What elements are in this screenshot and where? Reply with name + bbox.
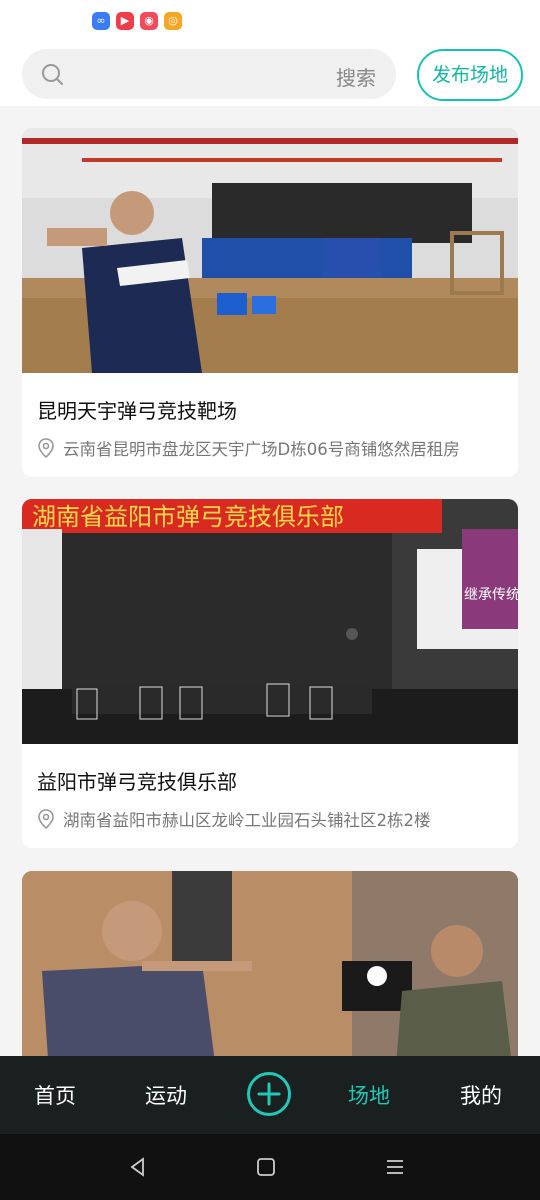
back-icon[interactable] <box>127 1156 149 1178</box>
tab-home[interactable]: 首页 <box>34 1080 76 1110</box>
venue-address: 湖南省益阳市赫山区龙岭工业园石头铺社区2栋2楼 <box>37 807 431 831</box>
venue-card[interactable]: 湖南省益阳市弹弓竞技俱乐部 继承传统 益阳市弹弓竞技俱乐部 湖南省益阳市赫山区龙… <box>22 499 518 848</box>
venue-address: 云南省昆明市盘龙区天宇广场D栋06号商铺悠然居租房 <box>37 436 460 460</box>
add-button[interactable] <box>246 1071 292 1117</box>
weibo-icon: ◎ <box>164 12 182 30</box>
venue-feed[interactable]: 昆明天宇弹弓竞技靶场 云南省昆明市盘龙区天宇广场D栋06号商铺悠然居租房 湖南省… <box>0 106 540 1056</box>
tab-sports[interactable]: 运动 <box>145 1080 187 1110</box>
search-input[interactable]: 搜索 <box>22 49 396 99</box>
venue-photo[interactable] <box>22 871 518 1056</box>
top-bar: 搜索 发布场地 <box>0 42 540 106</box>
status-bar: ∞ ▶ ◉ ◎ <box>0 0 540 42</box>
venue-photo[interactable]: 湖南省益阳市弹弓竞技俱乐部 继承传统 <box>22 499 518 744</box>
venue-address-text: 湖南省益阳市赫山区龙岭工业园石头铺社区2栋2楼 <box>63 811 431 830</box>
location-pin-icon <box>38 438 54 458</box>
venue-title: 昆明天宇弹弓竞技靶场 <box>37 399 237 423</box>
location-pin-icon <box>38 809 54 829</box>
venue-card[interactable]: 昆明天宇弹弓竞技靶场 云南省昆明市盘龙区天宇广场D栋06号商铺悠然居租房 <box>22 128 518 477</box>
home-icon[interactable] <box>255 1156 277 1178</box>
system-nav-bar <box>0 1134 540 1200</box>
infinity-app-icon: ∞ <box>92 12 110 30</box>
notification-icons: ∞ ▶ ◉ ◎ <box>92 12 182 30</box>
menu-icon[interactable] <box>384 1156 406 1178</box>
club-banner-text: 湖南省益阳市弹弓竞技俱乐部 <box>32 503 344 531</box>
tab-venues[interactable]: 场地 <box>348 1080 390 1110</box>
tab-mine[interactable]: 我的 <box>460 1080 502 1110</box>
venue-title: 益阳市弹弓竞技俱乐部 <box>37 770 237 794</box>
camera-app-icon: ◉ <box>140 12 158 30</box>
venue-card[interactable] <box>22 871 518 1056</box>
venue-photo[interactable] <box>22 128 518 373</box>
venue-address-text: 云南省昆明市盘龙区天宇广场D栋06号商铺悠然居租房 <box>63 440 460 459</box>
search-icon <box>42 64 63 85</box>
bottom-tab-bar: 首页 运动 场地 我的 <box>0 1056 540 1134</box>
search-label: 搜索 <box>336 66 376 90</box>
video-app-icon: ▶ <box>116 12 134 30</box>
side-banner-text: 继承传统 <box>464 587 518 603</box>
publish-venue-button[interactable]: 发布场地 <box>417 49 523 101</box>
